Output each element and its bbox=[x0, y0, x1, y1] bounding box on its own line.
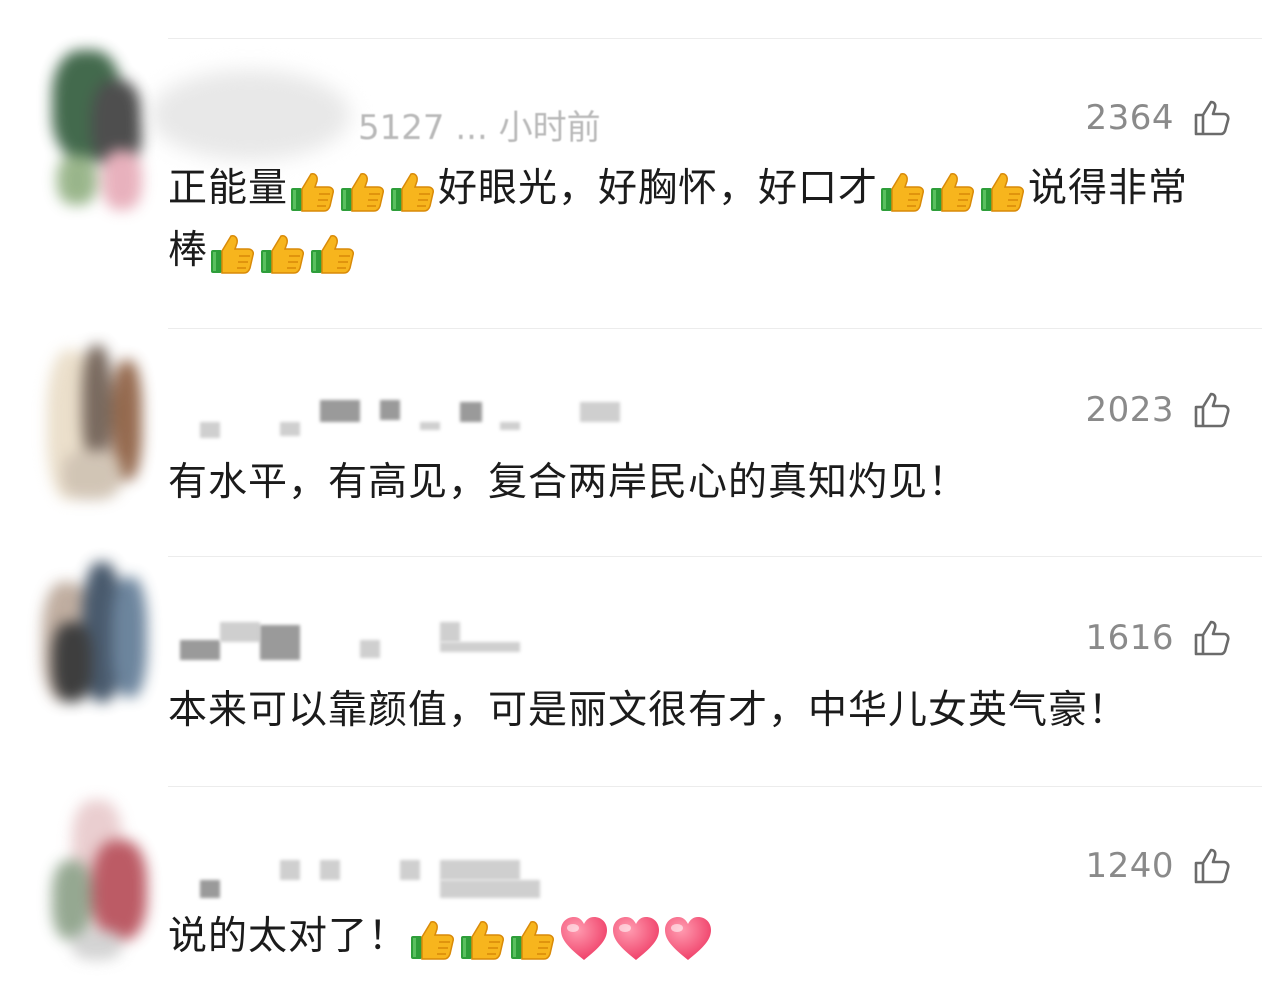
like-count: 2023 bbox=[1085, 390, 1174, 430]
comment-timestamp: 5127 ... 小时前 bbox=[358, 108, 601, 148]
avatar[interactable] bbox=[42, 800, 150, 970]
thumbs-up-icon bbox=[1192, 390, 1232, 430]
thumbs-up-emoji-icon bbox=[879, 168, 927, 214]
comment-text: 说的太对了！ bbox=[168, 906, 1222, 968]
heart-emoji-icon bbox=[559, 916, 609, 962]
like-count: 1240 bbox=[1085, 846, 1174, 886]
thumbs-up-emoji-icon bbox=[459, 916, 507, 962]
avatar[interactable] bbox=[42, 40, 150, 210]
divider-2 bbox=[168, 556, 1262, 557]
like-count: 2364 bbox=[1085, 98, 1174, 138]
thumbs-up-icon bbox=[1192, 846, 1232, 886]
thumbs-up-emoji-icon bbox=[409, 916, 457, 962]
divider-1 bbox=[168, 328, 1262, 329]
like-button[interactable]: 1616 bbox=[1085, 618, 1232, 658]
thumbs-up-emoji-icon bbox=[309, 230, 357, 276]
comment-text-segment: 说的太对了！ bbox=[168, 914, 409, 959]
thumbs-up-icon bbox=[1192, 98, 1232, 138]
comment-text-segment: 正能量 bbox=[168, 166, 289, 211]
comment-text-segment: 好眼光，好胸怀，好口才 bbox=[438, 166, 879, 211]
comment-text-segment: 有水平，有高见，复合两岸民心的真知灼见！ bbox=[168, 460, 969, 505]
thumbs-up-icon bbox=[1192, 618, 1232, 658]
thumbs-up-emoji-icon bbox=[389, 168, 437, 214]
avatar[interactable] bbox=[42, 562, 150, 732]
avatar[interactable] bbox=[42, 340, 150, 510]
thumbs-up-emoji-icon bbox=[259, 230, 307, 276]
divider-top bbox=[168, 38, 1262, 39]
thumbs-up-emoji-icon bbox=[929, 168, 977, 214]
like-button[interactable]: 1240 bbox=[1085, 846, 1232, 886]
blurred-username bbox=[150, 70, 350, 160]
thumbs-up-emoji-icon bbox=[339, 168, 387, 214]
comment-text: 正能量 好眼光，好胸怀，好口才 说得非常棒 bbox=[168, 158, 1222, 282]
like-button[interactable]: 2364 bbox=[1085, 98, 1232, 138]
thumbs-up-emoji-icon bbox=[289, 168, 337, 214]
like-count: 1616 bbox=[1085, 618, 1174, 658]
comment-text: 本来可以靠颜值，可是丽文很有才，中华儿女英气豪！ bbox=[168, 680, 1222, 742]
heart-emoji-icon bbox=[611, 916, 661, 962]
like-button[interactable]: 2023 bbox=[1085, 390, 1232, 430]
thumbs-up-emoji-icon bbox=[209, 230, 257, 276]
heart-emoji-icon bbox=[663, 916, 713, 962]
comment-text-segment: 本来可以靠颜值，可是丽文很有才，中华儿女英气豪！ bbox=[168, 688, 1129, 733]
thumbs-up-emoji-icon bbox=[979, 168, 1027, 214]
thumbs-up-emoji-icon bbox=[509, 916, 557, 962]
divider-3 bbox=[168, 786, 1262, 787]
comment-text: 有水平，有高见，复合两岸民心的真知灼见！ bbox=[168, 452, 1222, 514]
